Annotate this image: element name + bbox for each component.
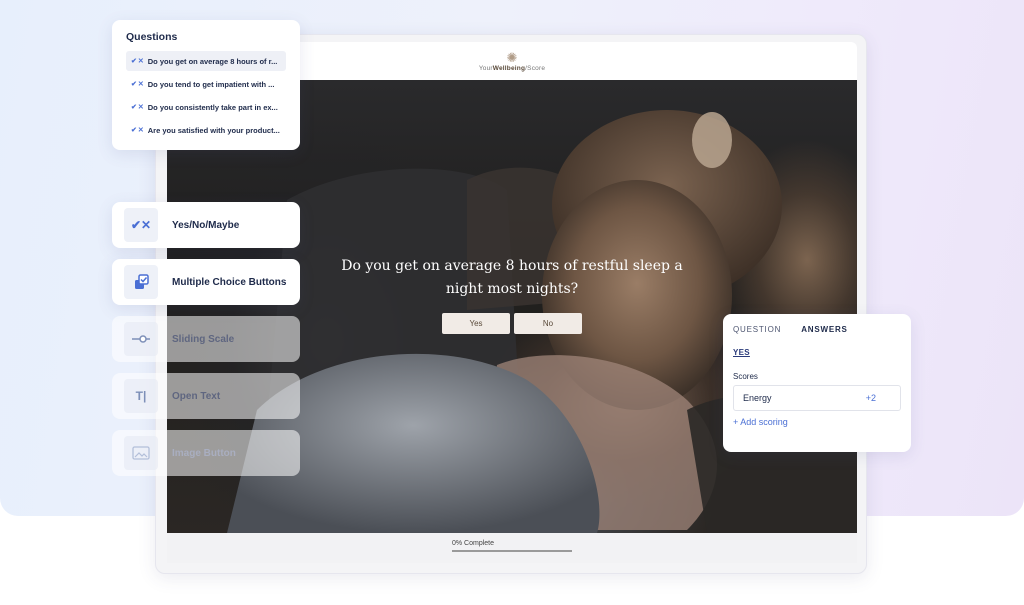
- progress-footer: [167, 533, 857, 563]
- question-type-label: Multiple Choice Buttons: [172, 276, 287, 288]
- answer-yes-button[interactable]: Yes: [442, 313, 510, 334]
- tab-answers[interactable]: ANSWERS: [801, 325, 848, 334]
- question-type-label: Image Button: [172, 447, 236, 459]
- text-cursor-icon: T|: [124, 379, 158, 413]
- scores-heading: Scores: [733, 372, 758, 381]
- check-icon: ✔: [131, 127, 137, 134]
- question-type-label: Open Text: [172, 390, 221, 402]
- questions-panel-title: Questions: [126, 31, 178, 43]
- multiple-choice-icon: [124, 265, 158, 299]
- questions-panel: Questions ✔ ✕ Do you get on average 8 hou…: [112, 20, 300, 150]
- question-list-item[interactable]: ✔ ✕ Do you tend to get impatient with ...: [126, 74, 286, 94]
- tab-question[interactable]: QUESTION: [733, 325, 781, 334]
- x-icon: ✕: [137, 81, 144, 88]
- score-value: +2: [865, 393, 876, 403]
- check-icon: ✔: [131, 104, 137, 111]
- question-list-item[interactable]: ✔ ✕ Are you satisfied with your product..…: [126, 120, 286, 140]
- question-type-open-text[interactable]: T| Open Text: [112, 373, 300, 419]
- check-icon: ✔: [131, 81, 137, 88]
- progress-label: 0% Complete: [452, 540, 495, 547]
- score-name: Energy: [743, 393, 772, 403]
- question-type-label: Yes/No/Maybe: [172, 219, 240, 231]
- question-list-item-label: Do you tend to get impatient with ...: [147, 79, 275, 89]
- question-type-label: Sliding Scale: [172, 333, 235, 345]
- x-icon: ✕: [137, 127, 144, 134]
- question-list-item[interactable]: ✔ ✕ Do you get on average 8 hours of r...: [126, 51, 286, 71]
- brand-logo: YourWellbeing/Score: [478, 64, 546, 72]
- question-list-item-label: Do you get on average 8 hours of r...: [147, 56, 278, 66]
- question-type-sliding-scale[interactable]: Sliding Scale: [112, 316, 300, 362]
- progress-bar: [452, 550, 572, 552]
- slider-icon: [124, 322, 158, 356]
- image-icon: [124, 436, 158, 470]
- x-icon: ✕: [137, 104, 144, 111]
- check-x-icon: ✔✕: [124, 208, 158, 242]
- question-type-yes-no-maybe[interactable]: ✔✕ Yes/No/Maybe: [112, 202, 300, 248]
- question-list-item[interactable]: ✔ ✕ Do you consistently take part in ex..…: [126, 97, 286, 117]
- question-type-multiple-choice[interactable]: Multiple Choice Buttons: [112, 259, 300, 305]
- question-type-image-button[interactable]: Image Button: [112, 430, 300, 476]
- add-scoring-link[interactable]: + Add scoring: [733, 417, 901, 427]
- answer-panel-tabs: QUESTION ANSWERS: [733, 325, 901, 334]
- question-list-item-label: Do you consistently take part in ex...: [147, 102, 278, 112]
- question-list-item-label: Are you satisfied with your product...: [147, 125, 280, 135]
- sun-icon: ✺: [506, 49, 518, 65]
- score-row[interactable]: Energy +2: [733, 385, 901, 411]
- selected-answer-label[interactable]: YES: [733, 348, 901, 357]
- answer-no-button[interactable]: No: [514, 313, 582, 334]
- answer-settings-panel: QUESTION ANSWERS YES Scores Energy +2 + …: [723, 314, 911, 452]
- x-icon: ✕: [137, 58, 144, 65]
- check-icon: ✔: [131, 58, 137, 65]
